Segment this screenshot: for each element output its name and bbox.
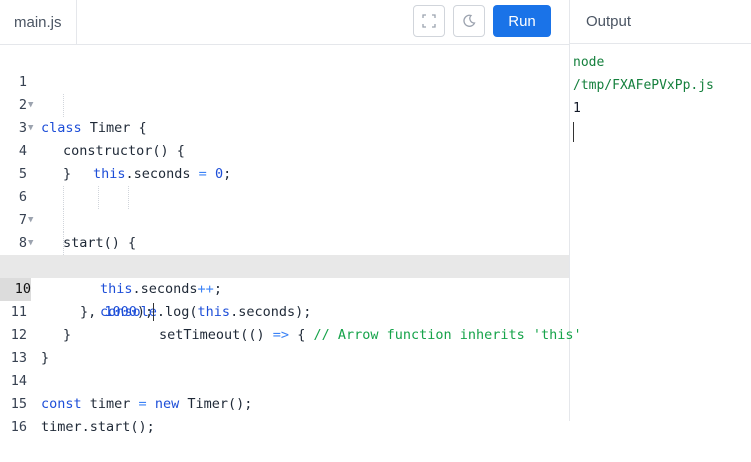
editor-toolbar: main.js Run — [0, 0, 569, 45]
code-line: 8 this.seconds++; — [0, 209, 569, 297]
output-pane: Output node /tmp/FXAFePVxPp.js 1 — [570, 0, 751, 421]
output-console[interactable]: node /tmp/FXAFePVxPp.js 1 — [573, 51, 751, 142]
code-line: 15 timer.start(); — [0, 370, 569, 435]
code-line: 5 — [0, 140, 569, 182]
indent-guide — [98, 186, 99, 209]
code-runner-app: main.js Run 1 ▼ class Timer {2 ▼ constr… — [0, 0, 751, 435]
code-line: 11 } — [0, 278, 569, 343]
editor-pane: main.js Run 1 ▼ class Timer {2 ▼ constr… — [0, 0, 582, 435]
code-line: 3 this.seconds = 0; — [0, 94, 569, 182]
indent-guide — [63, 232, 64, 255]
editor-actions: Run — [413, 5, 551, 37]
code-line: 14 const timer = new Timer(); — [0, 347, 569, 412]
output-line: 1 — [573, 101, 581, 116]
output-title: Output — [570, 0, 751, 44]
code-line: 4 } — [0, 117, 569, 182]
moon-icon — [463, 14, 476, 27]
code-line: 6 ▼ start() { — [0, 163, 569, 251]
line-number: 16 — [10, 419, 27, 435]
console-cursor — [573, 122, 574, 142]
tab-main-js[interactable]: main.js — [0, 0, 77, 44]
theme-toggle-button[interactable] — [453, 5, 485, 37]
code-line: 12 } — [0, 301, 569, 366]
code-line: 1 ▼ class Timer { — [0, 48, 569, 136]
output-command: node /tmp/FXAFePVxPp.js — [573, 55, 714, 93]
indent-guide — [63, 209, 64, 232]
fullscreen-button[interactable] — [413, 5, 445, 37]
fullscreen-icon — [422, 14, 436, 28]
code-editor[interactable]: 1 ▼ class Timer { 2 ▼ constructor() { 3 … — [0, 48, 582, 435]
indent-guide — [63, 94, 64, 117]
code-line: 9 console.log(this.seconds); — [0, 232, 569, 320]
indent-guide — [63, 186, 64, 209]
code-line-active: 10 }, 1000); — [0, 255, 569, 321]
code-line: 7 ▼ setTimeout(() => { // Arrow function… — [0, 186, 582, 343]
code-line: 16 — [0, 393, 569, 435]
code-line: 13 — [0, 324, 569, 366]
code-line: 2 ▼ constructor() { — [0, 71, 569, 159]
indent-guide — [128, 186, 129, 209]
run-button[interactable]: Run — [493, 5, 551, 37]
